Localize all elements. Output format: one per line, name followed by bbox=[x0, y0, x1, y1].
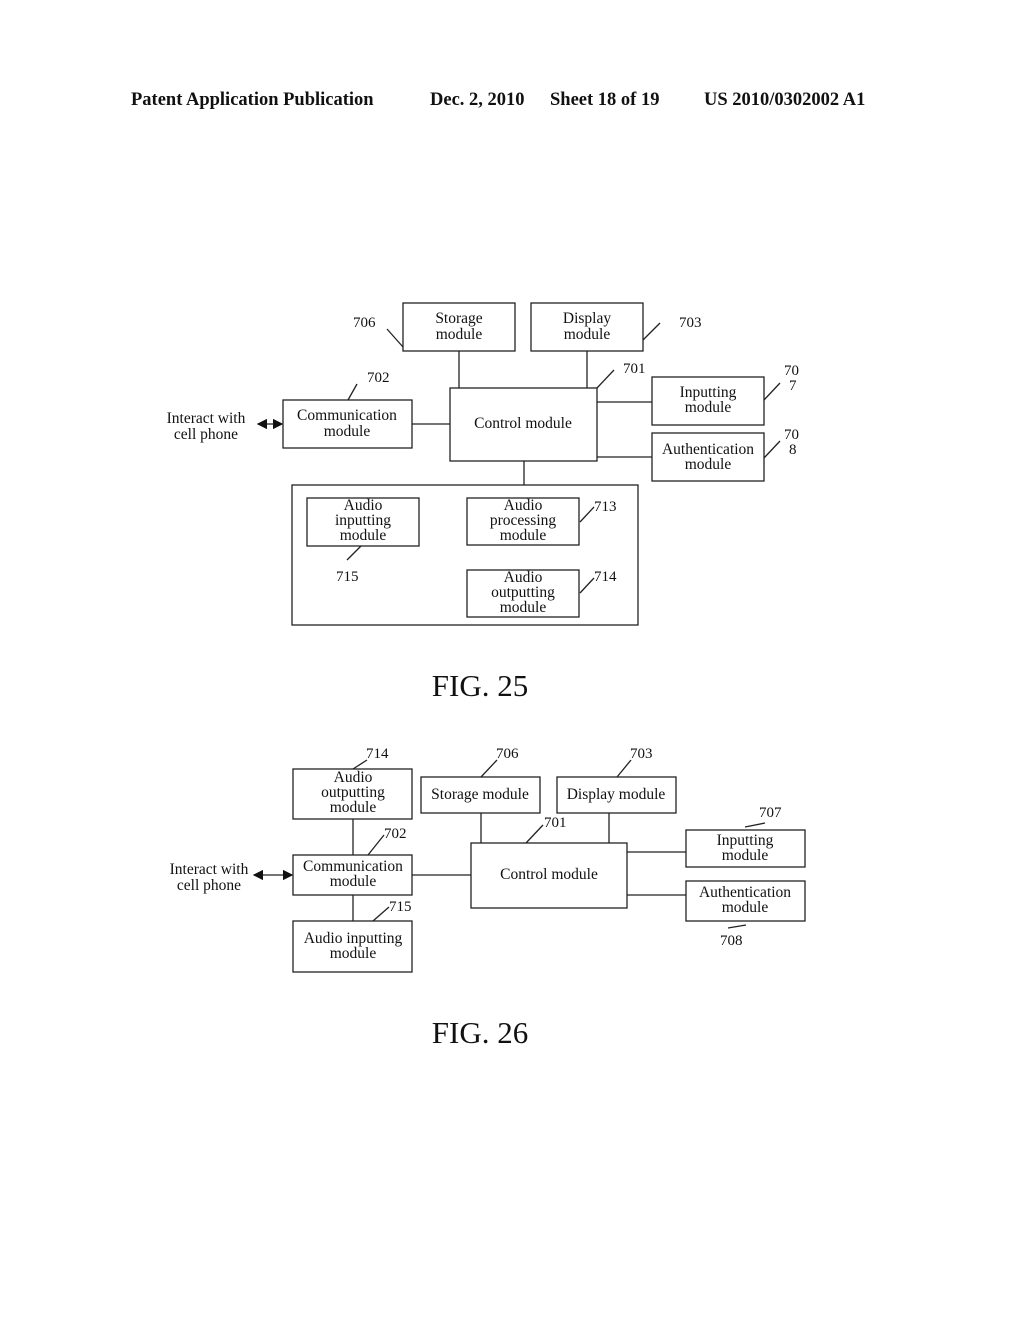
fig25-authentication-label-2: module bbox=[685, 456, 732, 473]
fig26-inputting-label-2: module bbox=[722, 847, 769, 864]
fig26-display-label: Display module bbox=[567, 786, 666, 803]
fig26-ref-inputting: 707 bbox=[759, 805, 782, 821]
fig25-ref-authentication-2: 8 bbox=[789, 442, 797, 458]
fig25-leader-communication bbox=[347, 383, 358, 401]
fig25-display-label-2: module bbox=[564, 326, 611, 343]
fig25-leader-storage bbox=[386, 328, 404, 348]
fig26-external-label-1: Interact with bbox=[170, 861, 249, 878]
fig26-leader-storage bbox=[480, 759, 498, 778]
fig26-diagram: Audio outputting module Communication mo… bbox=[170, 746, 806, 1050]
fig26-ref-audio-output: 714 bbox=[366, 746, 389, 762]
fig25-ref-storage: 706 bbox=[353, 315, 376, 331]
fig26-ref-display: 703 bbox=[630, 746, 653, 762]
fig25-ref-audio-processing: 713 bbox=[594, 499, 617, 515]
fig25-leader-inputting bbox=[763, 382, 781, 401]
fig25-communication-label-1: Communication bbox=[297, 407, 397, 424]
figures-canvas: Storage module Display module Communicat… bbox=[167, 302, 806, 1050]
fig25-ref-display: 703 bbox=[679, 315, 702, 331]
fig25-ref-audio-output: 714 bbox=[594, 569, 617, 585]
fig26-ref-communication: 702 bbox=[384, 826, 407, 842]
fig26-storage-label: Storage module bbox=[431, 786, 529, 803]
fig25-diagram: Storage module Display module Communicat… bbox=[167, 302, 799, 703]
fig25-leader-control bbox=[596, 369, 615, 389]
fig26-authentication-label-2: module bbox=[722, 899, 769, 916]
fig26-leader-control bbox=[525, 824, 544, 844]
fig25-audio-input-label-3: module bbox=[340, 527, 387, 544]
fig26-ref-audio-input: 715 bbox=[389, 899, 412, 915]
fig26-leader-audio-output bbox=[352, 759, 368, 770]
fig26-control-label: Control module bbox=[500, 866, 598, 883]
fig25-external-label-2: cell phone bbox=[174, 426, 238, 443]
fig26-ref-storage: 706 bbox=[496, 746, 519, 762]
fig25-control-label: Control module bbox=[474, 415, 572, 432]
fig25-display-label-1: Display bbox=[563, 310, 611, 327]
fig25-ref-audio-input: 715 bbox=[336, 569, 359, 585]
fig26-audio-out-label-3: module bbox=[330, 799, 377, 816]
fig26-ref-control: 701 bbox=[544, 815, 567, 831]
fig25-audio-out-label-3: module bbox=[500, 599, 547, 616]
fig25-ref-inputting-2: 7 bbox=[789, 378, 797, 394]
fig26-leader-display bbox=[616, 759, 632, 778]
fig26-leader-audio-input bbox=[372, 906, 390, 922]
fig25-audio-proc-label-3: module bbox=[500, 527, 547, 544]
fig25-leader-authentication bbox=[763, 440, 781, 459]
fig25-caption: FIG. 25 bbox=[432, 668, 528, 703]
fig26-leader-communication bbox=[367, 834, 385, 856]
fig25-leader-display bbox=[642, 322, 661, 341]
fig26-leader-authentication bbox=[727, 924, 747, 929]
fig26-external-label-2: cell phone bbox=[177, 877, 241, 894]
fig26-communication-label-2: module bbox=[330, 873, 377, 890]
fig25-inputting-label-2: module bbox=[685, 399, 732, 416]
fig25-ref-control: 701 bbox=[623, 361, 646, 377]
fig26-ref-authentication: 708 bbox=[720, 933, 743, 949]
fig25-ref-communication: 702 bbox=[367, 370, 390, 386]
fig26-caption: FIG. 26 bbox=[432, 1015, 528, 1050]
fig25-storage-label-2: module bbox=[436, 326, 483, 343]
fig25-communication-label-2: module bbox=[324, 423, 371, 440]
fig25-ref-inputting-1: 70 bbox=[784, 363, 799, 379]
fig26-leader-inputting bbox=[744, 822, 766, 828]
fig25-storage-label-1: Storage bbox=[435, 310, 482, 327]
fig25-external-label-1: Interact with bbox=[167, 410, 246, 427]
fig26-audio-in-label-2: module bbox=[330, 945, 377, 962]
fig25-ref-authentication-1: 70 bbox=[784, 427, 799, 443]
